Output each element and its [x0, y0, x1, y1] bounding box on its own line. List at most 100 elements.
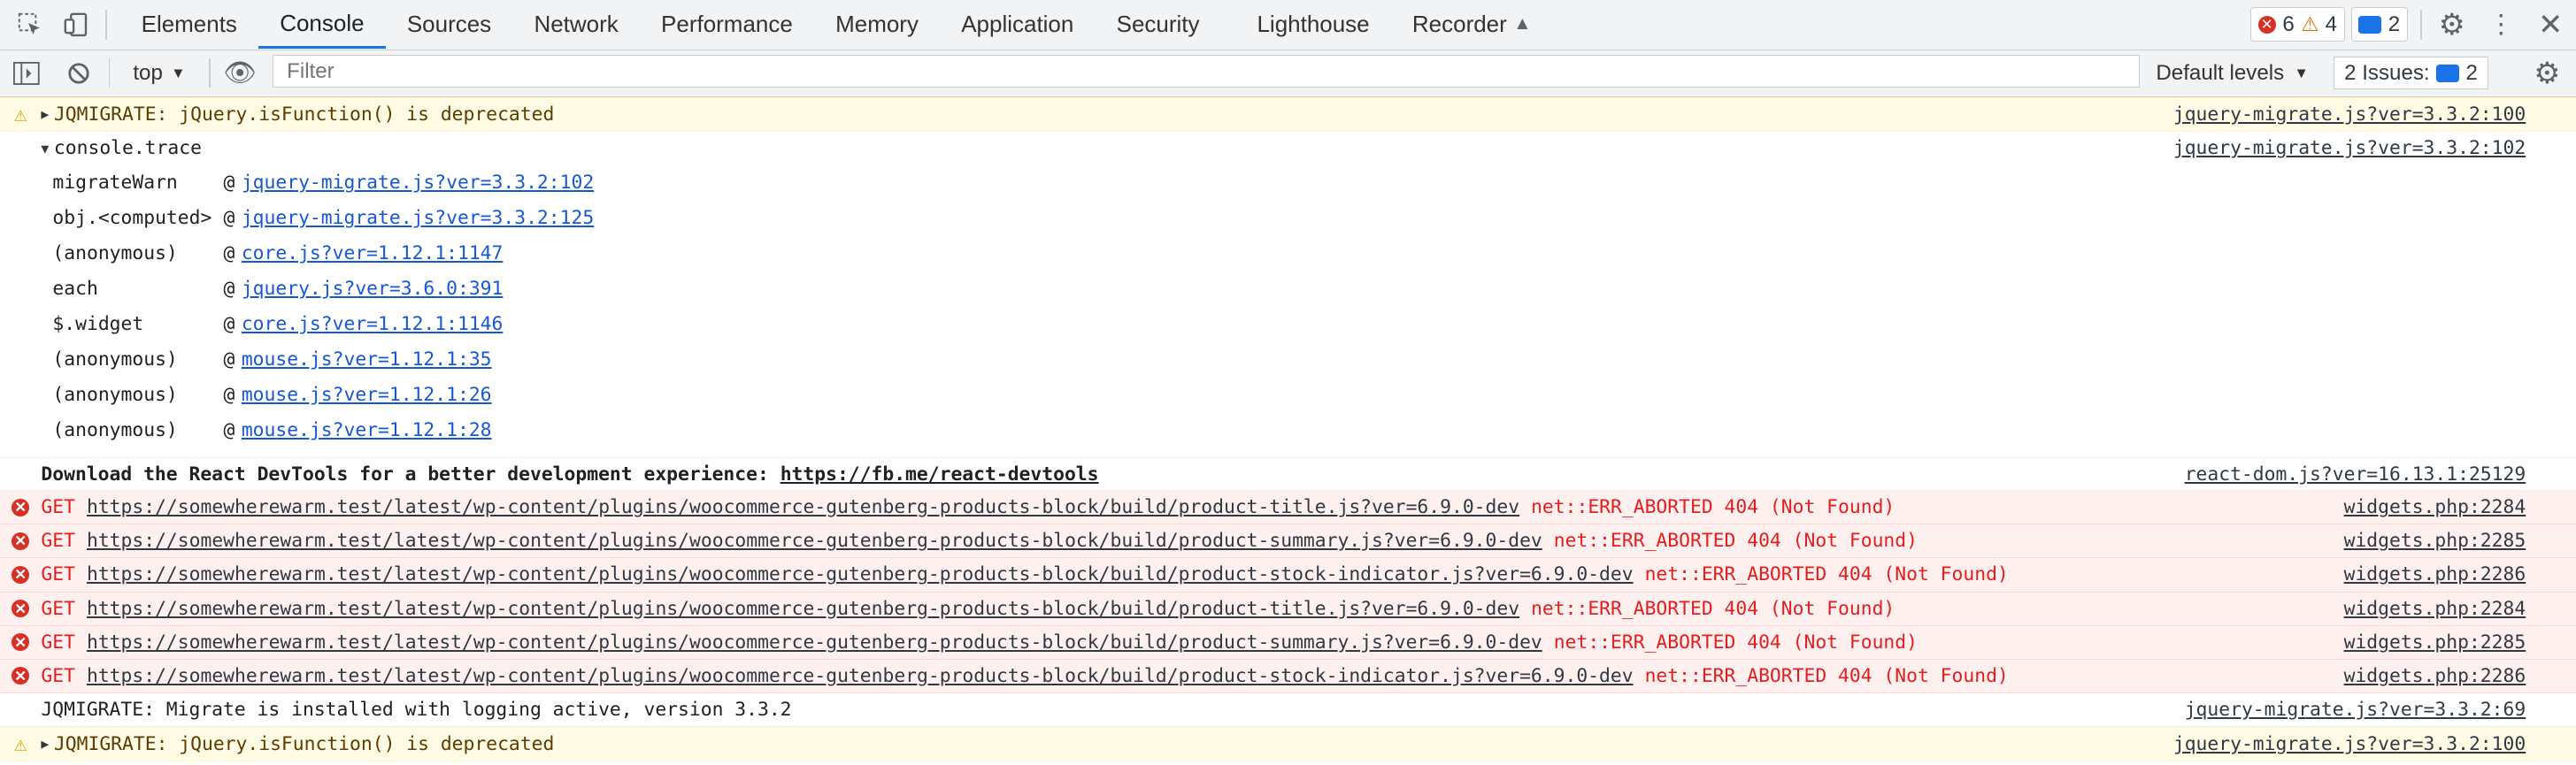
- chevron-down-icon: ▼: [2294, 64, 2309, 81]
- error-lead: ✕: [0, 632, 41, 652]
- clear-console-icon[interactable]: [63, 57, 96, 89]
- issues-count: 2: [2465, 60, 2478, 85]
- error-url[interactable]: https://somewherewarm.test/latest/wp-con…: [87, 665, 1634, 687]
- method: GET: [41, 631, 75, 654]
- error-url[interactable]: https://somewherewarm.test/latest/wp-con…: [87, 530, 1542, 552]
- trace-frame: (anonymous) @ mouse.js?ver=1.12.1:35: [52, 341, 2576, 377]
- toolbar-divider: [104, 10, 107, 40]
- warning-icon: ⚠: [13, 731, 27, 757]
- error-url[interactable]: https://somewherewarm.test/latest/wp-con…: [87, 598, 1519, 620]
- source-link[interactable]: widgets.php:2284: [2344, 598, 2526, 620]
- error-status: net::ERR_ABORTED 404 (Not Found): [1644, 563, 2009, 586]
- error-url[interactable]: https://somewherewarm.test/latest/wp-con…: [87, 631, 1542, 654]
- frame-function: (anonymous): [52, 383, 178, 406]
- tabbar-right: ✕ 6 ⚠ 4 2 ⚙ ⋮ ✕: [2250, 0, 2576, 50]
- issues-button[interactable]: 2 Issues: 2: [2333, 57, 2489, 90]
- live-expression-eye-icon[interactable]: 👁: [223, 57, 257, 89]
- error-url[interactable]: https://somewherewarm.test/latest/wp-con…: [87, 496, 1519, 518]
- frame-link[interactable]: mouse.js?ver=1.12.1:28: [242, 419, 492, 441]
- devtools-tabbar: Elements Console Sources Network Perform…: [0, 0, 2576, 50]
- tab-console[interactable]: Console: [258, 0, 386, 50]
- frame-function: each: [52, 277, 98, 300]
- frame-function: $.widget: [52, 312, 144, 335]
- error-url[interactable]: https://somewherewarm.test/latest/wp-con…: [87, 563, 1634, 585]
- warning-count-icon: ⚠: [2301, 12, 2319, 35]
- issue-counter[interactable]: ✕ 6 ⚠ 4: [2250, 7, 2345, 42]
- trace-frame: each @ jquery.js?ver=3.6.0:391: [52, 272, 2576, 307]
- tab-elements[interactable]: Elements: [119, 0, 258, 50]
- source-link[interactable]: widgets.php:2285: [2344, 631, 2526, 654]
- frame-link[interactable]: jquery.js?ver=3.6.0:391: [242, 278, 504, 300]
- expand-triangle-icon[interactable]: ▶: [41, 106, 49, 122]
- frame-link[interactable]: mouse.js?ver=1.12.1:26: [242, 384, 492, 406]
- source-link[interactable]: widgets.php:2284: [2344, 496, 2526, 518]
- console-toolbar: top ▼ 👁 Default levels ▼ 2 Issues: 2 ⚙: [0, 50, 2576, 97]
- context-selector[interactable]: top ▼: [123, 61, 196, 86]
- warning-icon: ⚠: [13, 102, 27, 127]
- toolbar-divider: [108, 57, 111, 88]
- tab-network[interactable]: Network: [512, 0, 640, 50]
- filter-input[interactable]: [283, 57, 2139, 86]
- console-log[interactable]: JQMIGRATE: Migrate is installed with log…: [0, 693, 2576, 727]
- tab-sources[interactable]: Sources: [386, 0, 513, 50]
- close-devtools-icon[interactable]: ✕: [2534, 8, 2567, 42]
- method: GET: [41, 563, 75, 586]
- frame-link[interactable]: jquery-migrate.js?ver=3.3.2:102: [242, 172, 594, 194]
- source-link[interactable]: widgets.php:2285: [2344, 530, 2526, 552]
- tab-application[interactable]: Application: [940, 0, 1095, 50]
- more-options-icon[interactable]: ⋮: [2485, 8, 2518, 41]
- source-link[interactable]: jquery-migrate.js?ver=3.3.2:100: [2173, 733, 2526, 755]
- source-link[interactable]: jquery-migrate.js?ver=3.3.2:100: [2173, 103, 2526, 126]
- frame-link[interactable]: jquery-migrate.js?ver=3.3.2:125: [242, 207, 594, 229]
- frame-link[interactable]: mouse.js?ver=1.12.1:35: [242, 348, 492, 371]
- source-link[interactable]: widgets.php:2286: [2344, 665, 2526, 687]
- flask-icon: ▲: [1513, 14, 1532, 34]
- tab-security[interactable]: Security: [1095, 0, 1235, 50]
- trace-frame: obj.<computed> @ jquery-migrate.js?ver=3.3…: [52, 201, 2576, 236]
- log-levels-dropdown[interactable]: Default levels ▼: [2156, 50, 2309, 96]
- console-error[interactable]: ✕ GET https://somewherewarm.test/latest/…: [0, 491, 2576, 525]
- console-warning[interactable]: ⚠ ▶ JQMIGRATE: jQuery.isFunction() is de…: [0, 726, 2576, 761]
- console-error[interactable]: ✕ GET https://somewherewarm.test/latest/…: [0, 659, 2576, 693]
- levels-label: Default levels: [2156, 60, 2285, 85]
- message-icon: [2436, 64, 2460, 82]
- source-link[interactable]: widgets.php:2286: [2344, 563, 2526, 585]
- source-link[interactable]: react-dom.js?ver=16.13.1:25129: [2185, 463, 2526, 486]
- console-error[interactable]: ✕ GET https://somewherewarm.test/latest/…: [0, 625, 2576, 660]
- inspect-element-icon[interactable]: [13, 8, 46, 41]
- settings-gear-icon[interactable]: ⚙: [2435, 8, 2468, 42]
- collapse-triangle-icon[interactable]: ▼: [41, 141, 49, 157]
- console-log[interactable]: Download the React DevTools for a better…: [0, 457, 2576, 492]
- error-icon: ✕: [12, 632, 30, 652]
- error-status: net::ERR_ABORTED 404 (Not Found): [1553, 631, 1918, 654]
- tab-memory[interactable]: Memory: [814, 0, 940, 50]
- device-toolbar-icon[interactable]: [59, 8, 92, 41]
- console-error[interactable]: ✕ GET https://somewherewarm.test/latest/…: [0, 558, 2576, 593]
- trace-frame: (anonymous) @ mouse.js?ver=1.12.1:28: [52, 412, 2576, 448]
- source-link[interactable]: jquery-migrate.js?ver=3.3.2:69: [2185, 699, 2526, 721]
- expand-triangle-icon[interactable]: ▶: [41, 736, 49, 752]
- tab-recorder[interactable]: Recorder ▲: [1391, 0, 1553, 50]
- trace-header[interactable]: ▼ console.trace jquery-migrate.js?ver=3.…: [0, 132, 2576, 165]
- frame-link[interactable]: core.js?ver=1.12.1:1146: [242, 313, 504, 335]
- tab-lighthouse[interactable]: Lighthouse: [1235, 0, 1390, 50]
- console-settings-gear-icon[interactable]: ⚙: [2531, 57, 2564, 90]
- error-status: net::ERR_ABORTED 404 (Not Found): [1531, 496, 1895, 519]
- info-counter[interactable]: 2: [2350, 7, 2408, 42]
- console-warning[interactable]: ⚠ ▶ JQMIGRATE: jQuery.isFunction() is de…: [0, 96, 2576, 132]
- console-error[interactable]: ✕ GET https://somewherewarm.test/latest/…: [0, 592, 2576, 626]
- error-lead: ✕: [0, 666, 41, 685]
- tab-performance[interactable]: Performance: [640, 0, 814, 50]
- filter-field[interactable]: [273, 55, 2140, 88]
- frame-function: (anonymous): [52, 348, 178, 371]
- console-error[interactable]: ✕ GET https://somewherewarm.test/latest/…: [0, 524, 2576, 559]
- at-sign: @: [223, 418, 235, 441]
- error-icon: ✕: [12, 532, 30, 551]
- console-trace: ▼ console.trace jquery-migrate.js?ver=3.…: [0, 132, 2576, 448]
- method: GET: [41, 597, 75, 620]
- devtools-link[interactable]: https://fb.me/react-devtools: [780, 463, 1099, 486]
- error-lead: ✕: [0, 532, 41, 551]
- sidebar-toggle-icon[interactable]: [10, 57, 42, 89]
- frame-link[interactable]: core.js?ver=1.12.1:1147: [242, 242, 504, 264]
- source-link[interactable]: jquery-migrate.js?ver=3.3.2:102: [2173, 137, 2526, 159]
